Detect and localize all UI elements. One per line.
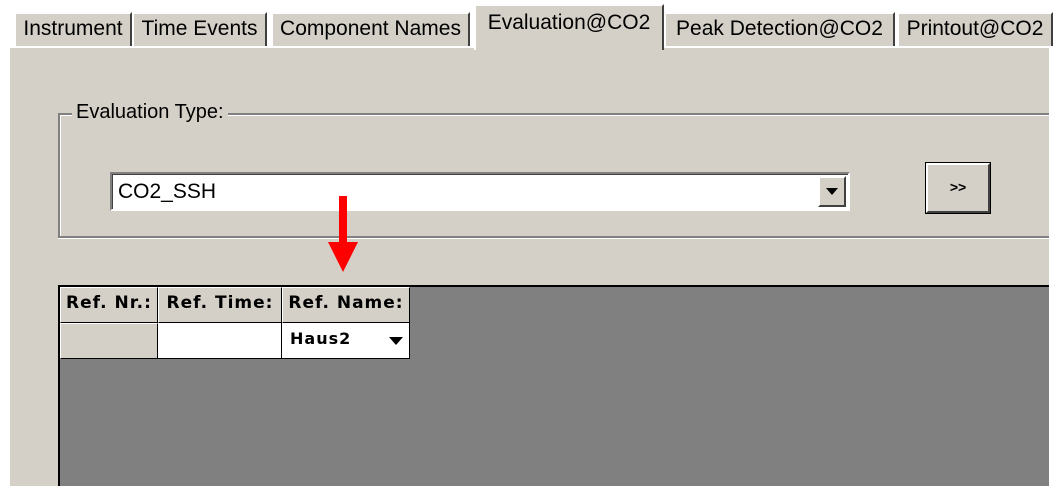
ref-name-cell[interactable]: Haus2 [282,323,410,359]
reference-grid: Ref. Nr.: Ref. Time: Ref. Name: Haus2 [58,285,1053,486]
tab-label: Peak Detection@CO2 [676,17,883,40]
ref-nr-cell[interactable] [60,323,158,359]
tab-peak-detection-co2[interactable]: Peak Detection@CO2 [664,12,895,46]
tab-time-events[interactable]: Time Events [132,12,267,46]
evaluation-screen: Instrument Time Events Component Names E… [0,0,1053,486]
tab-label: Component Names [280,17,461,40]
evaluation-type-dropdown-button[interactable] [818,176,846,207]
ref-time-cell[interactable] [158,323,282,359]
more-options-button[interactable]: >> [925,162,991,214]
chevron-down-icon [826,188,838,195]
tab-page-evaluation: Evaluation Type: CO2_SSH >> Ref. Nr.: Re… [8,46,1053,486]
column-header-ref-time[interactable]: Ref. Time: [158,287,282,323]
evaluation-type-value: CO2_SSH [118,180,217,203]
evaluation-type-select[interactable]: CO2_SSH [110,172,850,211]
tab-instrument[interactable]: Instrument [14,12,132,46]
evaluation-type-label: Evaluation Type: [72,100,228,124]
tab-evaluation-co2[interactable]: Evaluation@CO2 [474,4,664,50]
tab-label: Instrument [23,17,123,40]
tab-label: Time Events [141,17,258,40]
tab-component-names[interactable]: Component Names [271,12,470,46]
tab-label: Evaluation@CO2 [487,11,651,34]
tab-printout-co2[interactable]: Printout@CO2 [897,12,1053,46]
ref-name-value: Haus2 [290,329,352,348]
red-arrow-down-icon [328,196,358,272]
tab-label: Printout@CO2 [906,17,1044,40]
evaluation-type-group: Evaluation Type: CO2_SSH >> [58,100,1053,238]
column-header-ref-name[interactable]: Ref. Name: [282,287,410,323]
chevron-down-icon[interactable] [389,337,403,345]
window-edge [1049,46,1053,486]
column-header-ref-nr[interactable]: Ref. Nr.: [60,287,158,323]
tab-strip: Instrument Time Events Component Names E… [0,0,1053,50]
